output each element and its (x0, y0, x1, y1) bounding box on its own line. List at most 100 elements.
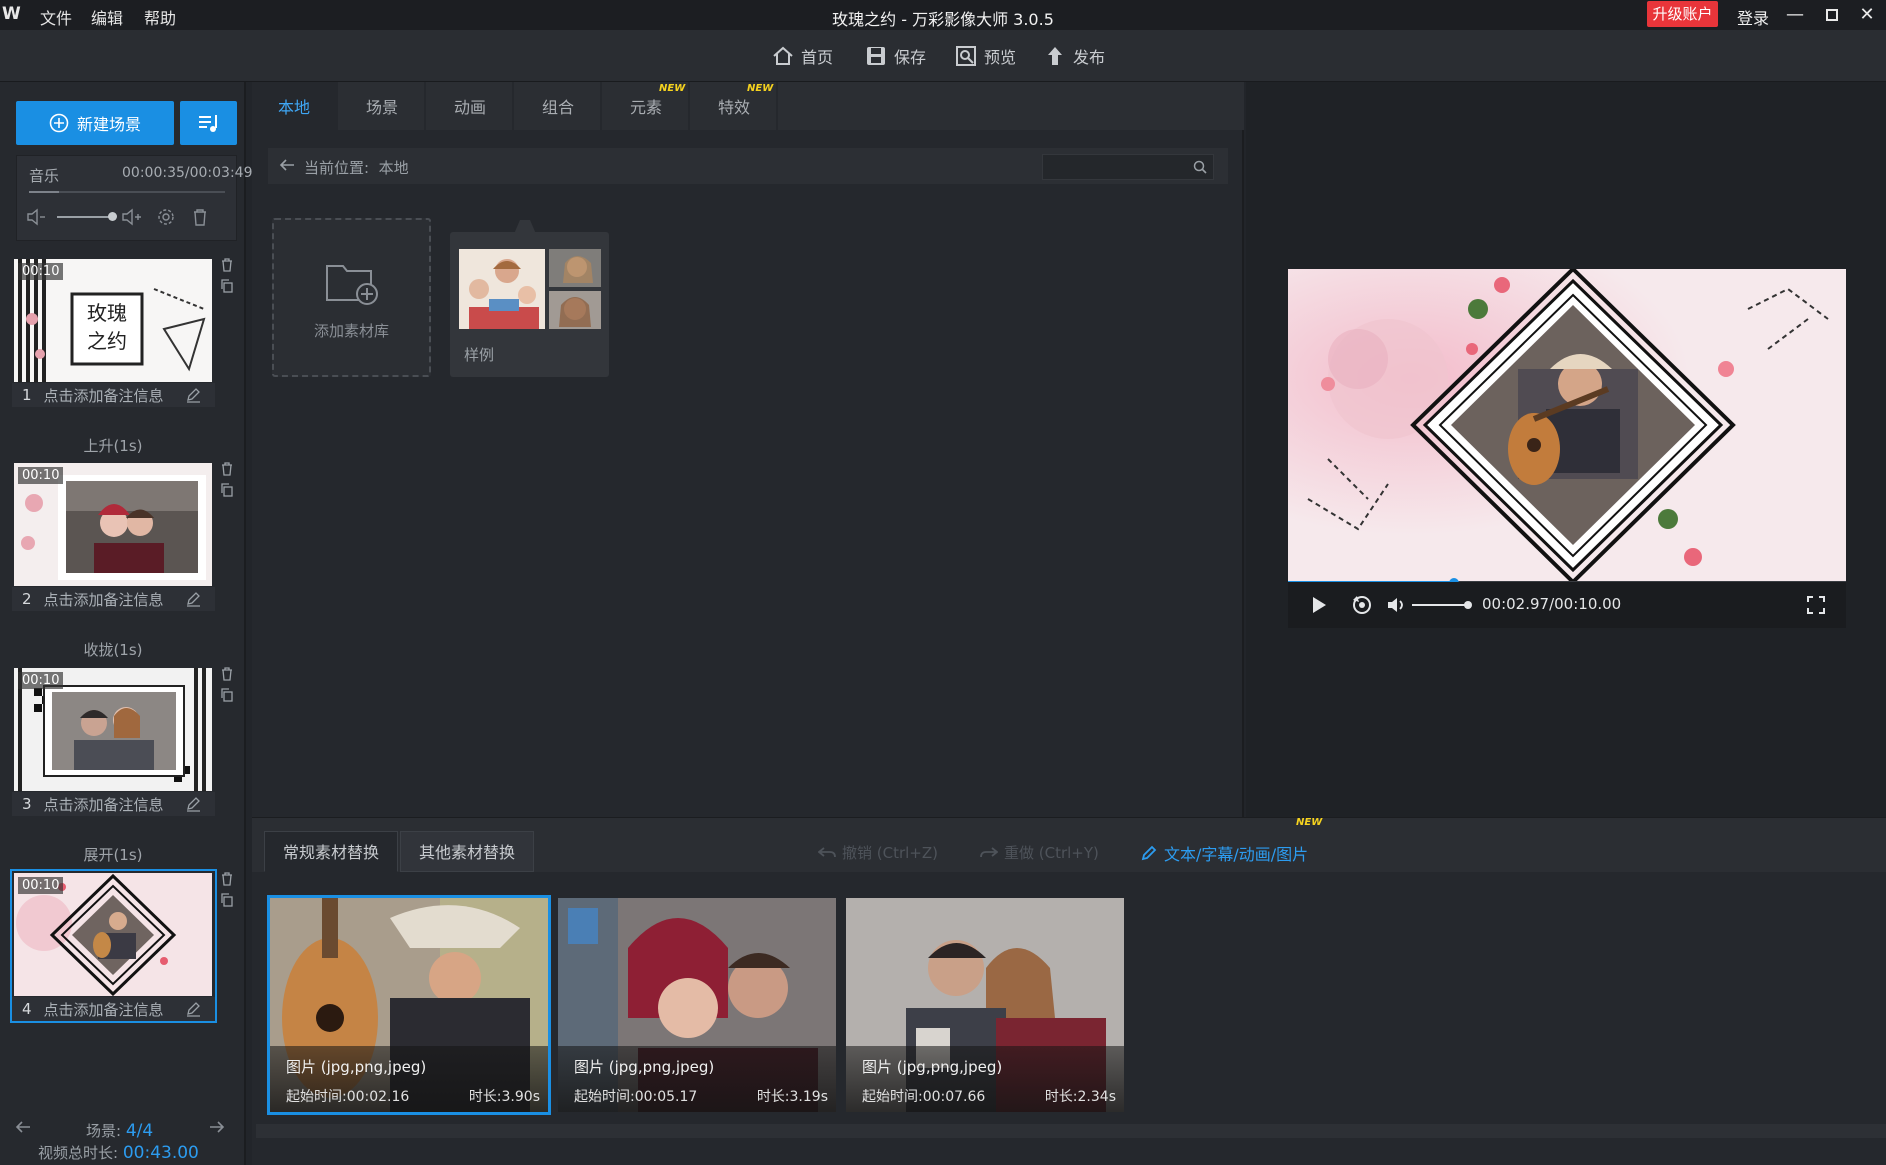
home-label: 首页 (801, 48, 834, 67)
scene-duration: 00:10 (18, 263, 64, 280)
scene-note[interactable]: 1 点击添加备注信息 (12, 383, 215, 407)
scene-note-text: 点击添加备注信息 (43, 590, 164, 609)
card-start-time: 起始时间:00:07.66 (862, 1089, 986, 1105)
prev-scene-icon[interactable] (14, 1119, 32, 1135)
transition-label-3[interactable]: 展开(1s) (0, 844, 226, 865)
scene-count: 场景: 4/4 (86, 1121, 154, 1141)
scene-note-text: 点击添加备注信息 (43, 386, 164, 405)
copy-scene-icon[interactable] (220, 279, 234, 293)
horizontal-scrollbar[interactable] (256, 1124, 1886, 1138)
tab-combo[interactable]: 组合 (516, 82, 602, 130)
upgrade-button[interactable]: 升级账户 (1647, 1, 1718, 27)
main-toolbar: 首页 保存 预览 发布 (0, 30, 1886, 82)
material-library: 本地 场景 动画 组合 元素 特效 NEW NEW 当前位置: 本地 添加素材库… (252, 82, 1244, 817)
card-caption: 图片 (jpg,png,jpeg) 起始时间:00:02.16 时长:3.90s (270, 1046, 548, 1112)
scene-2-actions (220, 462, 234, 497)
volume-icon[interactable] (1386, 595, 1408, 615)
tab-regular-replace[interactable]: 常规素材替换 (264, 831, 398, 872)
scene-list-button[interactable] (180, 101, 237, 145)
save-label: 保存 (894, 48, 927, 67)
publish-label: 发布 (1073, 48, 1106, 67)
redo-button[interactable]: 重做 (Ctrl+Y) (980, 842, 1099, 863)
scene-note[interactable]: 3 点击添加备注信息 (12, 792, 215, 816)
card-type: 图片 (jpg,png,jpeg) (574, 1058, 715, 1076)
scene-panel: 新建场景 音乐 00:00:35/00:03:49 玫瑰 之约 00:10 1 … (0, 82, 252, 1165)
music-volume-slider[interactable] (57, 216, 113, 218)
volume-knob[interactable] (1464, 601, 1472, 609)
maximize-icon[interactable] (1817, 1, 1847, 29)
settings-icon[interactable] (155, 206, 177, 228)
pencil-icon (1141, 845, 1157, 861)
back-arrow-icon[interactable] (278, 157, 296, 173)
copy-scene-icon[interactable] (220, 893, 234, 907)
delete-scene-icon[interactable] (220, 462, 234, 476)
login-button[interactable]: 登录 (1737, 5, 1769, 29)
card-type: 图片 (jpg,png,jpeg) (862, 1058, 1003, 1076)
replace-card-3[interactable]: 图片 (jpg,png,jpeg) 起始时间:00:07.66 时长:2.34s (846, 898, 1124, 1112)
tab-animation[interactable]: 动画 (428, 82, 514, 130)
volume-slider[interactable] (1412, 604, 1468, 606)
edit-icon[interactable] (185, 1001, 201, 1017)
sample-folder[interactable]: 样例 (450, 220, 609, 377)
trash-icon[interactable] (189, 206, 211, 228)
tab-local[interactable]: 本地 (252, 82, 338, 130)
preview-label: 预览 (984, 48, 1017, 67)
scene-note[interactable]: 2 点击添加备注信息 (12, 587, 215, 611)
player-controls: 00:02.97/00:10.00 (1288, 582, 1846, 628)
delete-scene-icon[interactable] (220, 667, 234, 681)
preview-button[interactable]: 预览 (954, 43, 1016, 69)
delete-scene-icon[interactable] (220, 258, 234, 272)
undo-label: 撤销 (Ctrl+Z) (842, 844, 939, 862)
card-duration: 时长:2.34s (1044, 1089, 1116, 1105)
transition-label-1[interactable]: 上升(1s) (0, 435, 226, 456)
transition-label-2[interactable]: 收拢(1s) (0, 639, 226, 660)
new-scene-button[interactable]: 新建场景 (16, 101, 174, 145)
redo-icon (980, 846, 998, 857)
save-button[interactable]: 保存 (864, 43, 926, 69)
edit-icon[interactable] (185, 387, 201, 403)
volume-down-icon[interactable] (25, 206, 47, 228)
tab-other-replace[interactable]: 其他素材替换 (400, 831, 534, 872)
close-icon[interactable]: ✕ (1852, 1, 1882, 29)
scene-number: 2 (22, 590, 32, 608)
scene-1-title: 玫瑰 之约 (87, 301, 127, 353)
scene-note-text: 点击添加备注信息 (43, 1000, 164, 1019)
replace-card-1[interactable]: 图片 (jpg,png,jpeg) 起始时间:00:02.16 时长:3.90s (267, 895, 551, 1115)
music-volume-knob[interactable] (108, 212, 117, 221)
add-library-label: 添加素材库 (313, 322, 389, 340)
scene-duration: 00:10 (18, 672, 64, 689)
replace-card-2[interactable]: 图片 (jpg,png,jpeg) 起始时间:00:05.17 时长:3.19s (558, 898, 836, 1112)
plus-circle-icon (49, 113, 69, 133)
scene-card-4[interactable]: 00:10 4 点击添加备注信息 (10, 869, 217, 1023)
copy-scene-icon[interactable] (220, 483, 234, 497)
card-caption: 图片 (jpg,png,jpeg) 起始时间:00:07.66 时长:2.34s (846, 1046, 1124, 1112)
search-icon[interactable] (1193, 160, 1207, 174)
play-icon[interactable] (1310, 595, 1328, 615)
fullscreen-icon[interactable] (1806, 595, 1826, 615)
scene-note[interactable]: 4 点击添加备注信息 (12, 997, 215, 1021)
scene-card-2[interactable]: 00:10 2 点击添加备注信息 (12, 461, 215, 611)
new-badge: NEW (1296, 817, 1323, 828)
tab-scene[interactable]: 场景 (340, 82, 426, 130)
delete-scene-icon[interactable] (220, 872, 234, 886)
volume-up-icon[interactable] (120, 206, 142, 228)
music-progress-track[interactable] (29, 191, 225, 193)
next-scene-icon[interactable] (208, 1119, 226, 1135)
card-start-time: 起始时间:00:02.16 (286, 1089, 410, 1105)
edit-icon[interactable] (185, 591, 201, 607)
home-button[interactable]: 首页 (771, 43, 833, 69)
scene-card-1[interactable]: 玫瑰 之约 00:10 1 点击添加备注信息 (12, 257, 215, 407)
edit-icon[interactable] (185, 796, 201, 812)
publish-button[interactable]: 发布 (1043, 43, 1105, 69)
scene-card-3[interactable]: 00:10 3 点击添加备注信息 (12, 666, 215, 816)
copy-scene-icon[interactable] (220, 688, 234, 702)
new-badge: NEW (659, 83, 686, 94)
replay-icon[interactable] (1350, 593, 1374, 617)
add-library-button[interactable]: 添加素材库 (272, 218, 431, 377)
edit-text-link[interactable]: 文本/字幕/动画/图片 (1140, 841, 1308, 865)
undo-button[interactable]: 撤销 (Ctrl+Z) (818, 842, 938, 863)
minimize-icon[interactable]: — (1780, 1, 1810, 29)
scene-number: 4 (22, 1000, 32, 1018)
search-input[interactable] (1042, 154, 1214, 180)
card-start-time: 起始时间:00:05.17 (574, 1089, 698, 1105)
